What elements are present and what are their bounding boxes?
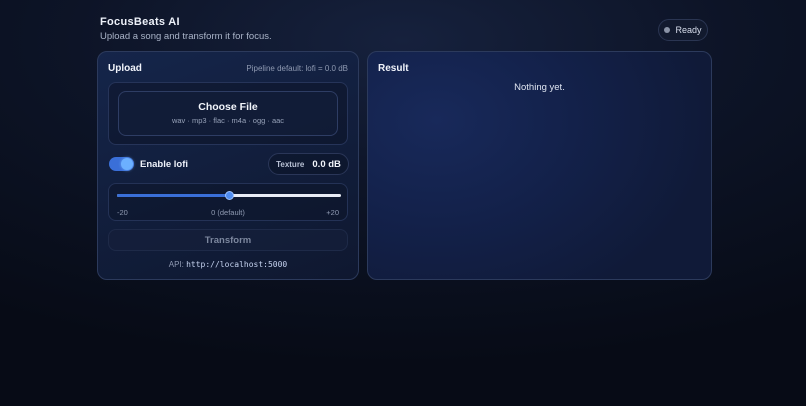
- app-title: FocusBeats AI: [100, 16, 180, 28]
- slider-fill: [117, 194, 229, 197]
- api-endpoint: API: http://localhost:5000: [98, 260, 358, 269]
- api-url: http://localhost:5000: [186, 260, 288, 269]
- file-dropzone: Choose File wav · mp3 · flac · m4a · ogg…: [108, 82, 348, 145]
- status-dot-icon: [664, 27, 671, 33]
- lofi-toggle-label: Enable lofi: [140, 159, 189, 170]
- supported-formats: wav · mp3 · flac · m4a · ogg · aac: [171, 116, 285, 125]
- status-label: Ready: [675, 25, 702, 35]
- toggle-knob: [121, 158, 133, 170]
- choose-file-button[interactable]: Choose File wav · mp3 · flac · m4a · ogg…: [118, 91, 338, 136]
- app-subtitle: Upload a song and transform it for focus…: [100, 31, 272, 42]
- texture-value: 0.0 dB: [312, 158, 341, 170]
- transform-button[interactable]: Transform: [108, 229, 348, 251]
- texture-label: Texture: [276, 159, 305, 169]
- texture-slider-container: -20 0 (default) +20: [108, 183, 348, 221]
- result-empty-text: Nothing yet.: [514, 82, 565, 93]
- result-panel: Result Nothing yet.: [367, 51, 712, 280]
- upload-panel: Upload Pipeline default: lofi = 0.0 dB C…: [97, 51, 359, 280]
- slider-default-label: 0 (default): [211, 208, 245, 217]
- lofi-toggle[interactable]: [109, 157, 134, 171]
- slider-max-label: +20: [326, 208, 339, 217]
- api-prefix: API:: [168, 260, 184, 269]
- pipeline-default-note: Pipeline default: lofi = 0.0 dB: [246, 64, 348, 73]
- slider-thumb[interactable]: [224, 191, 234, 200]
- texture-readout: Texture 0.0 dB: [268, 153, 349, 175]
- status-badge: Ready: [658, 19, 708, 41]
- result-title: Result: [378, 63, 409, 74]
- choose-file-label: Choose File: [198, 101, 258, 113]
- upload-title: Upload: [108, 63, 142, 74]
- texture-slider[interactable]: [117, 191, 341, 200]
